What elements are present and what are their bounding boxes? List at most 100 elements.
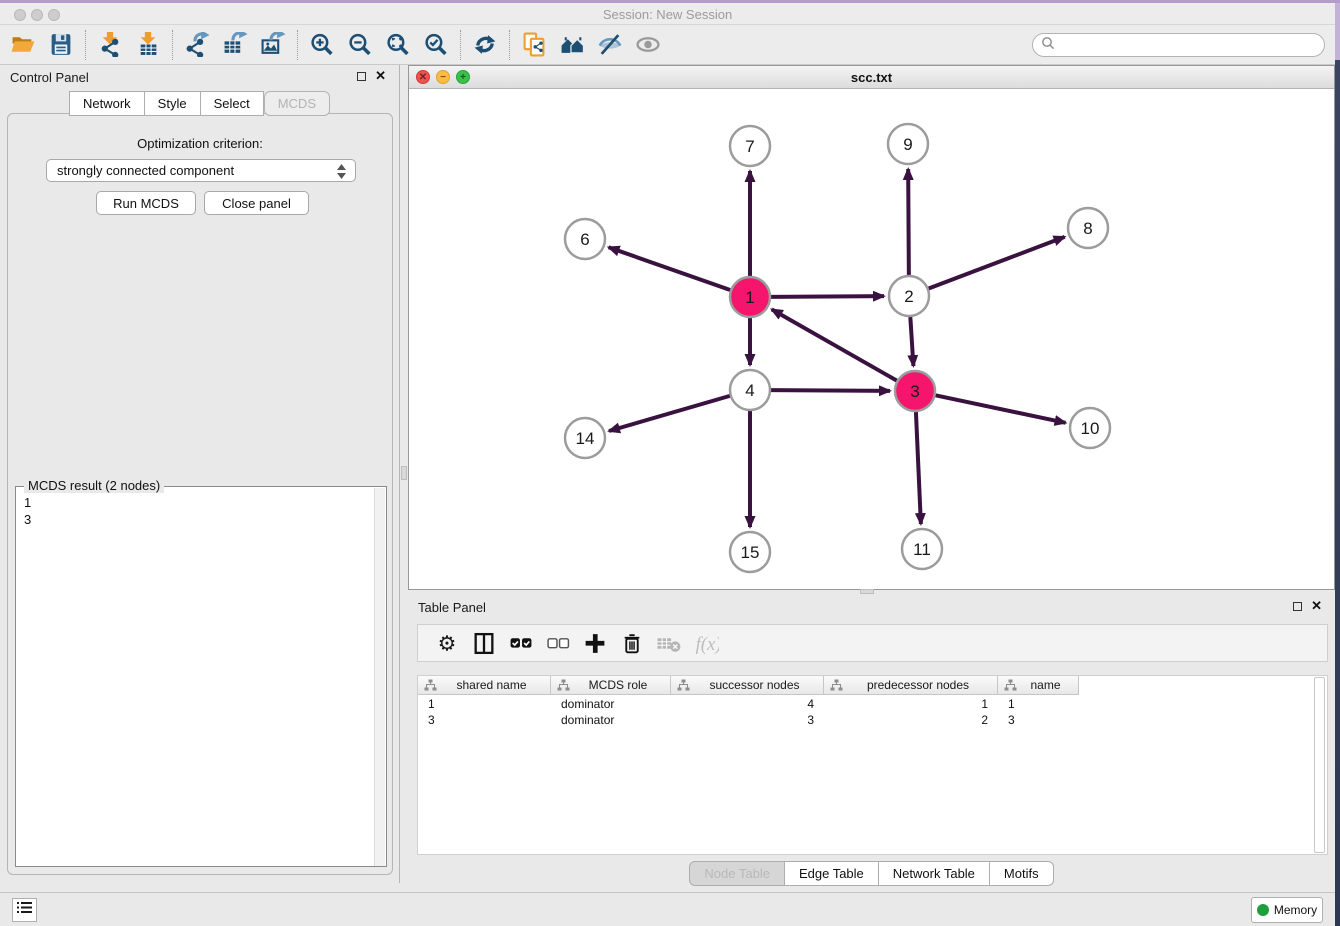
edge-3-10[interactable]: [936, 395, 1066, 422]
open-session-icon[interactable]: [4, 28, 42, 62]
cell-shared-name[interactable]: 1: [418, 696, 551, 712]
delete-table-icon: [650, 628, 687, 658]
float-table-panel-icon[interactable]: [1293, 602, 1302, 611]
edge-4-3[interactable]: [771, 390, 890, 391]
panel-divider-handle[interactable]: [860, 589, 874, 594]
node-label-10: 10: [1081, 419, 1100, 438]
edge-1-6[interactable]: [609, 247, 731, 290]
edge-2-9[interactable]: [908, 169, 909, 275]
cell-name[interactable]: 1: [998, 696, 1079, 712]
table-panel-titlebar: Table Panel ✕: [408, 595, 1335, 619]
cell-successor-nodes[interactable]: 4: [671, 696, 824, 712]
column-header-MCDS-role[interactable]: MCDS role: [551, 676, 671, 695]
toolbar-separator: [509, 30, 510, 60]
zoom-selected-icon[interactable]: [417, 28, 455, 62]
node-label-6: 6: [580, 230, 589, 249]
main-toolbar: [0, 25, 1335, 65]
edge-2-3[interactable]: [910, 317, 913, 366]
zoom-fit-icon[interactable]: [379, 28, 417, 62]
tab-network[interactable]: Network: [69, 91, 145, 116]
home-icon[interactable]: [553, 28, 591, 62]
memory-status-icon: [1257, 904, 1269, 916]
node-label-2: 2: [904, 287, 913, 306]
close-panel-button[interactable]: Close panel: [204, 191, 309, 215]
cell-MCDS-role[interactable]: dominator: [551, 712, 671, 728]
refresh-icon[interactable]: [466, 28, 504, 62]
svg-text:f(x): f(x): [695, 633, 718, 654]
split-columns-icon[interactable]: [465, 628, 502, 658]
add-column-icon[interactable]: [576, 628, 613, 658]
task-history-button[interactable]: [12, 898, 37, 922]
tab-motifs[interactable]: Motifs: [990, 861, 1054, 886]
settings-icon[interactable]: ⚙: [428, 628, 465, 658]
mcds-result-text: 1 3: [24, 494, 31, 528]
cell-predecessor-nodes[interactable]: 2: [824, 712, 998, 728]
cell-name[interactable]: 3: [998, 712, 1079, 728]
table-scrollbar[interactable]: [1314, 677, 1325, 853]
mcds-result-title: MCDS result (2 nodes): [24, 478, 164, 493]
control-panel-tabs: NetworkStyleSelectMCDS: [0, 91, 399, 116]
edge-2-8[interactable]: [929, 237, 1065, 289]
network-graph-canvas[interactable]: 7968124314101511: [409, 89, 1334, 589]
clone-network-icon[interactable]: [515, 28, 553, 62]
search-icon: [1041, 36, 1055, 55]
column-header-shared-name[interactable]: shared name: [418, 676, 551, 695]
column-header-successor-nodes[interactable]: successor nodes: [671, 676, 824, 695]
cell-MCDS-role[interactable]: dominator: [551, 696, 671, 712]
edge-4-14[interactable]: [609, 396, 730, 431]
run-mcds-button[interactable]: Run MCDS: [96, 191, 196, 215]
tab-style[interactable]: Style: [145, 91, 201, 116]
edge-3-11[interactable]: [916, 412, 921, 524]
close-table-panel-icon[interactable]: ✕: [1311, 598, 1322, 614]
control-panel: Control Panel ✕ NetworkStyleSelectMCDS O…: [0, 65, 400, 883]
import-table-icon[interactable]: [129, 28, 167, 62]
node-label-15: 15: [741, 543, 760, 562]
cell-successor-nodes[interactable]: 3: [671, 712, 824, 728]
tab-network-table[interactable]: Network Table: [879, 861, 990, 886]
tab-node-table[interactable]: Node Table: [689, 861, 785, 886]
close-panel-icon[interactable]: ✕: [375, 68, 386, 84]
table-row[interactable]: 3dominator323: [418, 712, 1098, 728]
table-header-row: shared nameMCDS rolesuccessor nodesprede…: [418, 676, 1079, 695]
function-builder-icon: f(x): [687, 628, 724, 658]
hide-items-icon[interactable]: [591, 28, 629, 62]
deselect-all-columns-icon[interactable]: [539, 628, 576, 658]
zoom-in-icon[interactable]: [303, 28, 341, 62]
column-header-name[interactable]: name: [998, 676, 1079, 695]
criterion-value: strongly connected component: [57, 163, 234, 178]
node-label-14: 14: [576, 429, 595, 448]
export-table-icon[interactable]: [216, 28, 254, 62]
edge-3-1[interactable]: [772, 309, 897, 380]
table-panel-title: Table Panel: [418, 600, 486, 615]
desktop-background: [1335, 0, 1340, 926]
criterion-dropdown[interactable]: strongly connected component: [46, 159, 356, 182]
export-image-icon[interactable]: [254, 28, 292, 62]
save-session-icon[interactable]: [42, 28, 80, 62]
panel-divider-handle[interactable]: [401, 466, 407, 480]
app-titlebar: Session: New Session: [0, 3, 1335, 25]
node-table[interactable]: shared nameMCDS rolesuccessor nodesprede…: [417, 675, 1328, 855]
cell-shared-name[interactable]: 3: [418, 712, 551, 728]
memory-label: Memory: [1274, 903, 1317, 917]
search-input[interactable]: [1055, 38, 1324, 52]
edge-1-2[interactable]: [771, 296, 884, 297]
tab-select[interactable]: Select: [201, 91, 264, 116]
select-all-columns-icon[interactable]: [502, 628, 539, 658]
column-header-predecessor-nodes[interactable]: predecessor nodes: [824, 676, 998, 695]
search-box[interactable]: [1032, 33, 1325, 57]
tab-edge-table[interactable]: Edge Table: [785, 861, 879, 886]
list-icon: [17, 901, 32, 919]
tab-mcds[interactable]: MCDS: [264, 91, 330, 116]
table-row[interactable]: 1dominator411: [418, 696, 1098, 712]
export-network-icon[interactable]: [178, 28, 216, 62]
show-items-icon[interactable]: [629, 28, 667, 62]
cell-predecessor-nodes[interactable]: 1: [824, 696, 998, 712]
float-panel-icon[interactable]: [357, 72, 366, 81]
mcds-panel: Optimization criterion: strongly connect…: [7, 113, 393, 875]
mcds-result-scrollbar[interactable]: [374, 488, 385, 866]
import-network-icon[interactable]: [91, 28, 129, 62]
memory-button[interactable]: Memory: [1251, 897, 1323, 923]
zoom-out-icon[interactable]: [341, 28, 379, 62]
status-bar: Memory: [0, 892, 1335, 926]
delete-column-icon[interactable]: [613, 628, 650, 658]
